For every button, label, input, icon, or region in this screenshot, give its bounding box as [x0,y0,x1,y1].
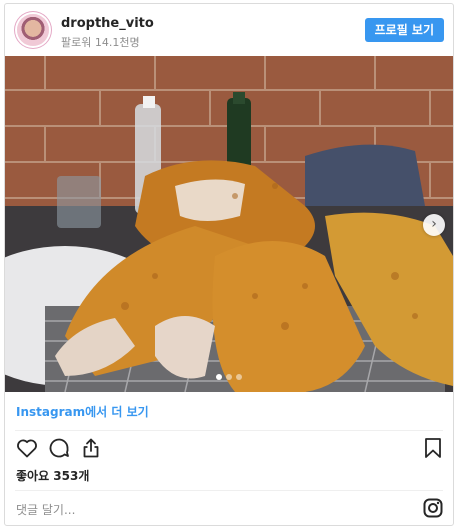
divider [15,490,443,491]
carousel-dot[interactable] [216,374,222,380]
username[interactable]: dropthe_vito [61,16,154,31]
instagram-logo-icon[interactable] [423,498,443,518]
avatar[interactable] [17,14,49,46]
like-count[interactable]: 좋아요 353개 [16,467,89,484]
fried-chicken-photo [5,56,453,392]
comment-icon[interactable] [47,436,71,460]
post-photo[interactable]: › [5,56,453,392]
share-icon[interactable] [79,436,103,460]
view-profile-button[interactable]: 프로필 보기 [364,18,444,42]
chevron-right-icon[interactable]: › [423,214,445,236]
carousel-dot[interactable] [236,374,242,380]
instagram-embed-card: dropthe_vito 팔로워 14.1천명 프로필 보기 › Instagr… [4,3,454,526]
carousel-dots [5,374,453,380]
bookmark-icon[interactable] [421,436,445,460]
view-on-instagram-link[interactable]: Instagram에서 더 보기 [16,403,149,420]
carousel-dot[interactable] [226,374,232,380]
post-header: dropthe_vito 팔로워 14.1천명 프로필 보기 [5,4,453,56]
divider [15,430,443,431]
follower-count: 팔로워 14.1천명 [61,36,140,49]
heart-icon[interactable] [15,436,39,460]
add-comment-input[interactable]: 댓글 달기... [16,501,75,518]
